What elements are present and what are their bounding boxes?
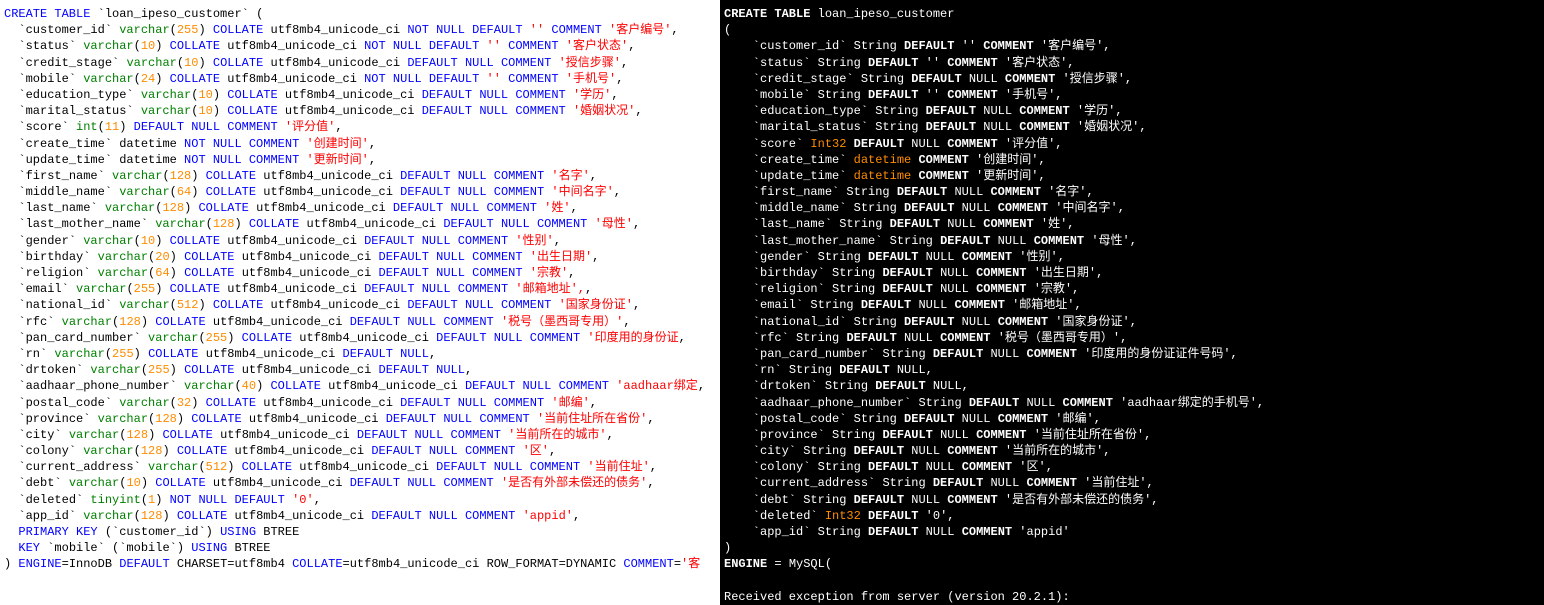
mysql-ddl-pane[interactable]: CREATE TABLE `loan_ipeso_customer` ( `cu… [0, 0, 720, 605]
clickhouse-ddl-pane[interactable]: CREATE TABLE loan_ipeso_customer ( `cust… [720, 0, 1544, 605]
